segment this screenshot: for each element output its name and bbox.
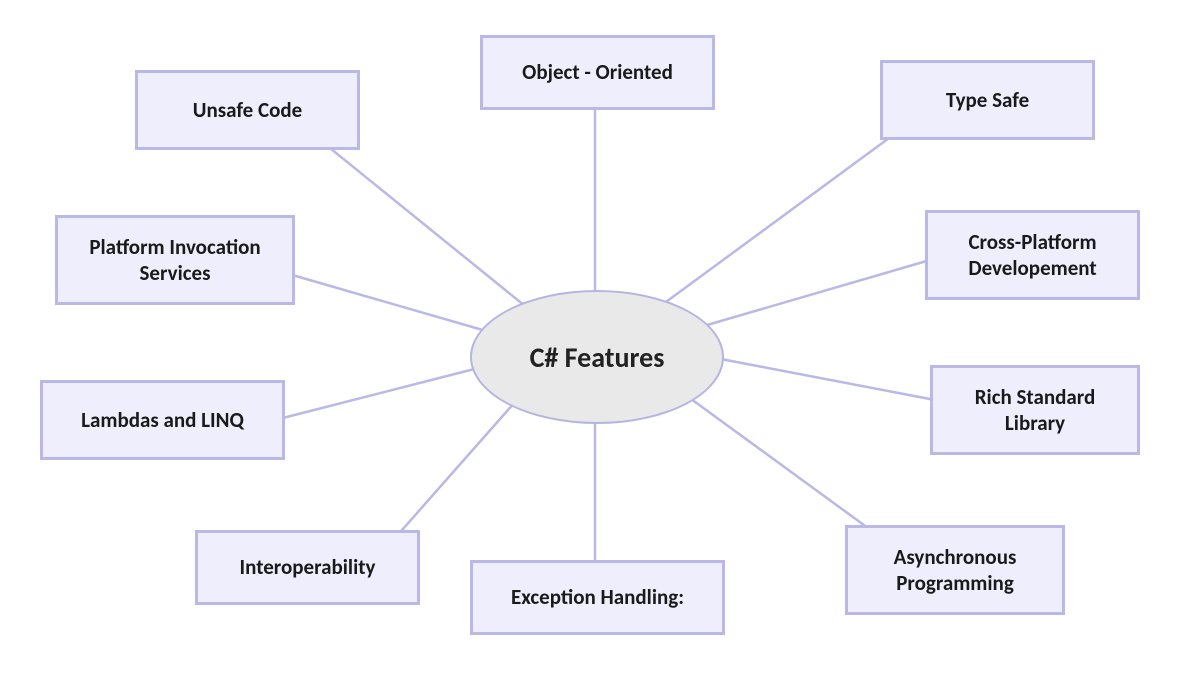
node-label: Rich Standard Library [947,384,1123,437]
node-interoperability: Interoperability [195,530,420,605]
node-label: Object - Oriented [522,59,673,85]
node-rich-library: Rich Standard Library [930,365,1140,455]
node-lambdas-linq: Lambdas and LINQ [40,380,285,460]
node-exception-handling: Exception Handling: [470,560,725,635]
node-unsafe-code: Unsafe Code [135,70,360,150]
node-object-oriented: Object - Oriented [480,35,715,110]
node-label: Asynchronous Programming [862,544,1048,597]
node-label: Interoperability [240,554,376,580]
node-platform-invocation: Platform Invocation Services [55,215,295,305]
node-label: Type Safe [946,87,1029,113]
center-label: C# Features [530,340,665,375]
node-label: Unsafe Code [193,97,302,123]
node-type-safe: Type Safe [880,60,1095,140]
node-label: Cross-Platform Developement [942,229,1123,282]
node-async-programming: Asynchronous Programming [845,525,1065,615]
node-label: Platform Invocation Services [72,234,278,287]
node-label: Lambdas and LINQ [81,407,244,433]
node-cross-platform: Cross-Platform Developement [925,210,1140,300]
node-label: Exception Handling: [511,584,684,610]
center-node: C# Features [470,290,724,424]
